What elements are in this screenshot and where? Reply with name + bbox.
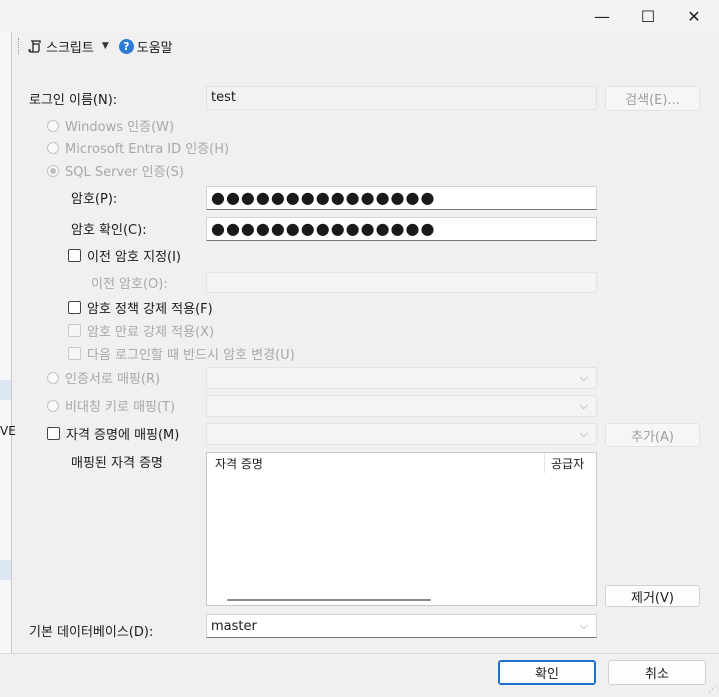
cancel-button[interactable]: 취소 (608, 660, 706, 685)
old-password-checkbox[interactable]: 이전 암호 지정(I) (68, 246, 181, 265)
checkbox-box (47, 427, 60, 440)
close-icon: ✕ (687, 6, 701, 26)
must-change-checkbox[interactable]: 다음 로그인할 때 반드시 암호 변경(U) (68, 344, 295, 363)
must-change-label: 다음 로그인할 때 반드시 암호 변경(U) (87, 348, 295, 363)
maximize-icon: ☐ (640, 6, 656, 26)
radio-asym-label: 비대칭 키로 매핑(T) (65, 400, 176, 415)
add-button[interactable]: 추가(A) (605, 423, 700, 447)
radio-circle-selected (47, 164, 59, 177)
asymmetric-key-combo[interactable]: ⌵ (206, 395, 597, 417)
mapped-credentials-list[interactable]: 자격 증명 공급자 (206, 452, 597, 606)
enforce-expiration-label: 암호 만료 강제 적용(X) (87, 325, 215, 340)
chevron-down-icon: ⌵ (579, 427, 588, 440)
radio-windows-auth[interactable]: Windows 인증(W) (47, 116, 174, 135)
radio-entra-label: Microsoft Entra ID 인증(H) (65, 142, 230, 157)
credential-checkbox[interactable]: 자격 증명에 매핑(M) (47, 424, 179, 443)
enforce-expiration-checkbox[interactable]: 암호 만료 강제 적용(X) (68, 321, 214, 340)
chevron-down-icon: ⌵ (579, 619, 588, 632)
enforce-policy-label: 암호 정책 강제 적용(F) (87, 302, 213, 317)
horizontal-scrollbar[interactable] (227, 599, 431, 601)
login-name-label: 로그인 이름(N): (29, 93, 118, 108)
radio-entra-auth[interactable]: Microsoft Entra ID 인증(H) (47, 138, 229, 157)
radio-circle (47, 119, 59, 132)
page-selector-pane (0, 32, 12, 654)
chevron-down-icon: ▼ (101, 41, 109, 51)
toolbar: 스크립트 ▼ ? 도움말 (12, 32, 719, 60)
enforce-policy-checkbox[interactable]: 암호 정책 강제 적용(F) (68, 298, 213, 317)
title-bar: — ☐ ✕ (0, 0, 719, 32)
checkbox-box (68, 249, 81, 262)
default-database-label: 기본 데이터베이스(D): (29, 625, 154, 640)
chevron-down-icon: ⌵ (579, 399, 588, 412)
radio-sql-auth[interactable]: SQL Server 인증(S) (47, 161, 184, 180)
old-password-check-label: 이전 암호 지정(I) (87, 250, 182, 265)
script-label: 스크립트 (46, 40, 94, 56)
search-button[interactable]: 검색(E)... (605, 86, 700, 111)
remove-button[interactable]: 제거(V) (605, 585, 700, 607)
toolbar-grip (18, 38, 22, 54)
password-field[interactable]: ●●●●●●●●●●●●●●● (206, 186, 597, 210)
radio-asym-key-mapping[interactable]: 비대칭 키로 매핑(T) (47, 396, 175, 415)
checkbox-box (68, 301, 81, 314)
radio-windows-label: Windows 인증(W) (65, 120, 175, 135)
column-header-provider[interactable]: 공급자 (551, 455, 584, 472)
maximize-button[interactable]: ☐ (625, 0, 671, 32)
resize-grip-icon[interactable]: ⋰ (708, 685, 717, 695)
radio-sql-label: SQL Server 인증(S) (65, 165, 184, 180)
radio-circle (47, 371, 59, 384)
credential-combo[interactable]: ⌵ (206, 423, 597, 445)
password-label: 암호(P): (71, 192, 118, 207)
footer-divider (0, 653, 719, 654)
chevron-down-icon: ⌵ (579, 371, 588, 384)
radio-circle (47, 141, 59, 154)
login-name-field[interactable]: test (206, 86, 597, 110)
column-header-credential[interactable]: 자격 증명 (215, 455, 263, 472)
minimize-button[interactable]: — (579, 0, 625, 32)
confirm-password-label: 암호 확인(C): (71, 223, 147, 238)
left-pane-cut-text: VE (0, 424, 16, 438)
pane-highlight (0, 380, 11, 400)
radio-cert-label: 인증서로 매핑(R) (65, 372, 161, 387)
old-password-label: 이전 암호(O): (91, 277, 168, 292)
ok-button[interactable]: 확인 (498, 660, 596, 685)
close-button[interactable]: ✕ (671, 0, 717, 32)
default-database-combo[interactable]: master ⌵ (206, 614, 597, 638)
pane-highlight (0, 560, 11, 580)
help-label: 도움말 (136, 40, 173, 56)
default-database-value: master (211, 618, 257, 634)
checkbox-box (68, 324, 81, 337)
column-separator (544, 453, 545, 473)
credential-label: 자격 증명에 매핑(M) (66, 428, 180, 443)
minimize-icon: — (594, 6, 610, 26)
radio-circle (47, 399, 59, 412)
radio-cert-mapping[interactable]: 인증서로 매핑(R) (47, 368, 160, 387)
script-button[interactable]: 스크립트 ▼ (28, 37, 113, 56)
confirm-password-field[interactable]: ●●●●●●●●●●●●●●● (206, 217, 597, 241)
mapped-credentials-label: 매핑된 자격 증명 (71, 456, 163, 471)
help-button[interactable]: ? 도움말 (118, 37, 173, 56)
script-icon (28, 40, 41, 53)
old-password-field[interactable] (206, 272, 597, 293)
help-icon: ? (118, 38, 134, 54)
certificate-combo[interactable]: ⌵ (206, 367, 597, 389)
checkbox-box (68, 347, 81, 360)
